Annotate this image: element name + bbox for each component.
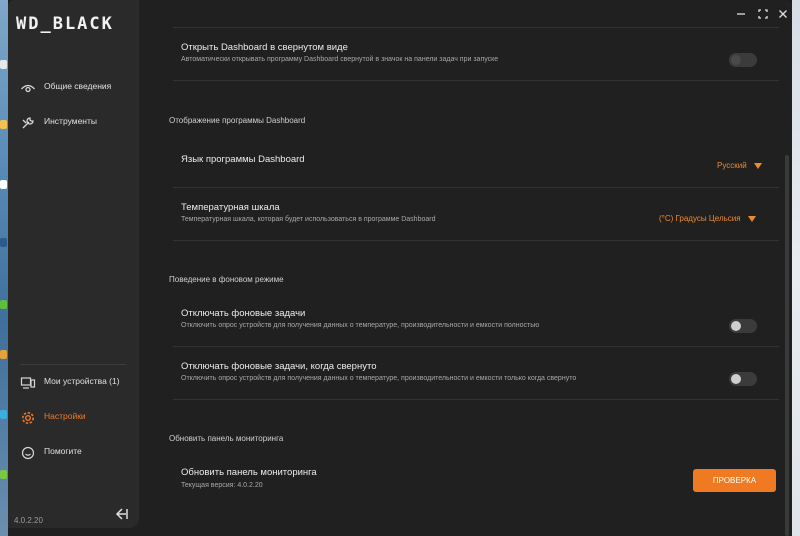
section-background: Поведение в фоновом режиме bbox=[169, 275, 284, 284]
divider bbox=[173, 187, 779, 188]
section-display: Отображение программы Dashboard bbox=[169, 116, 306, 125]
setting-desc-open-minimized: Автоматически открывать программу Dashbo… bbox=[181, 56, 499, 63]
divider bbox=[173, 27, 779, 28]
desktop-icon[interactable] bbox=[0, 120, 7, 129]
sidebar: WD_BLACK Общие сведения Инструменты Мои … bbox=[8, 0, 139, 528]
eye-icon bbox=[21, 84, 35, 93]
settings-panel: Открыть Dashboard в свернутом виде Автом… bbox=[139, 0, 784, 536]
gear-icon bbox=[22, 412, 34, 424]
temperature-dropdown[interactable]: (°C) Градусы Цельсия bbox=[659, 214, 756, 223]
sidebar-item-label: Общие сведения bbox=[44, 81, 112, 91]
divider bbox=[173, 240, 779, 241]
sidebar-item-my-devices[interactable]: Мои устройства (1) bbox=[8, 368, 139, 398]
desktop-background-right bbox=[792, 0, 800, 536]
open-minimized-toggle[interactable] bbox=[729, 53, 757, 67]
section-update: Обновить панель мониторинга bbox=[169, 434, 284, 443]
toggle-knob bbox=[731, 374, 741, 384]
sidebar-item-settings[interactable]: Настройки bbox=[8, 403, 139, 433]
desktop-icon[interactable] bbox=[0, 350, 7, 359]
check-update-button[interactable]: ПРОВЕРКА bbox=[693, 469, 776, 492]
toggle-knob bbox=[731, 321, 741, 331]
sidebar-item-label: Мои устройства (1) bbox=[44, 376, 120, 386]
language-dropdown[interactable]: Русский bbox=[717, 161, 762, 170]
chevron-down-icon bbox=[747, 215, 756, 222]
setting-title-bg-tasks-minimized: Отключать фоновые задачи, когда свернуто bbox=[181, 361, 377, 372]
desktop-icon[interactable] bbox=[0, 300, 7, 309]
bg-tasks-minimized-toggle[interactable] bbox=[729, 372, 757, 386]
scrollbar-thumb[interactable] bbox=[785, 155, 789, 536]
setting-title-bg-tasks: Отключать фоновые задачи bbox=[181, 308, 306, 319]
desktop-icon[interactable] bbox=[0, 60, 7, 69]
desktop-icon[interactable] bbox=[0, 470, 7, 479]
divider bbox=[173, 399, 779, 400]
setting-title-open-minimized: Открыть Dashboard в свернутом виде bbox=[181, 42, 348, 53]
sidebar-item-tools[interactable]: Инструменты bbox=[8, 108, 139, 138]
desktop-icon[interactable] bbox=[0, 180, 7, 189]
desktop-background-left bbox=[0, 0, 8, 536]
desktop-icon[interactable] bbox=[0, 238, 7, 247]
divider bbox=[173, 80, 779, 81]
app-version: 4.0.2.20 bbox=[14, 516, 43, 525]
sidebar-item-label: Инструменты bbox=[44, 116, 98, 126]
app-logo: WD_BLACK bbox=[16, 14, 114, 34]
current-version-text: Текущая версия: 4.0.2.20 bbox=[181, 482, 263, 489]
sidebar-item-help[interactable]: Помогите bbox=[8, 438, 139, 468]
setting-desc-bg-tasks-minimized: Отключить опрос устройств для получения … bbox=[181, 375, 577, 382]
app-window: WD_BLACK Общие сведения Инструменты Мои … bbox=[8, 0, 792, 536]
chevron-down-icon bbox=[753, 162, 762, 169]
setting-desc-temperature: Температурная шкала, которая будет испол… bbox=[181, 216, 436, 223]
setting-title-update: Обновить панель мониторинга bbox=[181, 467, 317, 478]
setting-title-language: Язык программы Dashboard bbox=[181, 154, 305, 165]
desktop-icon[interactable] bbox=[0, 410, 7, 419]
sidebar-item-label: Настройки bbox=[44, 411, 86, 421]
temperature-value: (°C) Градусы Цельсия bbox=[659, 214, 741, 223]
devices-icon bbox=[20, 377, 36, 389]
language-value: Русский bbox=[717, 161, 747, 170]
setting-desc-bg-tasks: Отключить опрос устройств для получения … bbox=[181, 322, 540, 329]
help-icon bbox=[21, 446, 35, 460]
collapse-sidebar-icon[interactable] bbox=[114, 506, 130, 522]
sidebar-divider bbox=[20, 364, 126, 365]
toggle-knob bbox=[731, 55, 741, 65]
bg-tasks-toggle[interactable] bbox=[729, 319, 757, 333]
sidebar-item-label: Помогите bbox=[44, 446, 82, 456]
sidebar-item-overview[interactable]: Общие сведения bbox=[8, 73, 139, 103]
setting-title-temperature: Температурная шкала bbox=[181, 202, 280, 213]
divider bbox=[173, 346, 779, 347]
tools-icon bbox=[22, 117, 34, 129]
